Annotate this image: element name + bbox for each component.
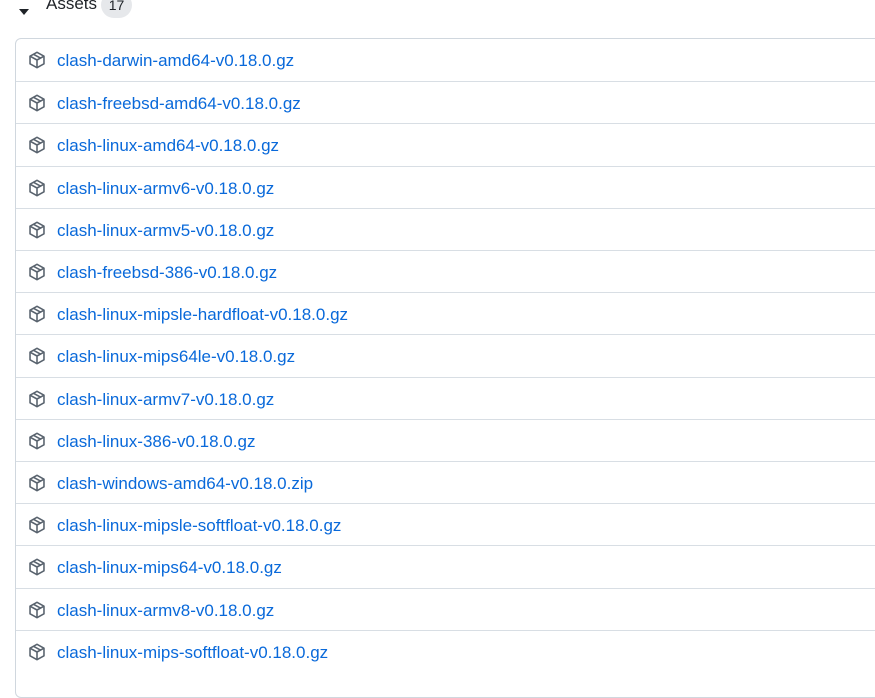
asset-row: clash-linux-amd64-v0.18.0.gz — [16, 123, 875, 165]
assets-title[interactable]: Assets — [46, 0, 97, 15]
asset-row: clash-linux-mips64-v0.18.0.gz — [16, 545, 875, 587]
asset-download-link[interactable]: clash-linux-mips64-v0.18.0.gz — [57, 557, 282, 579]
asset-download-link[interactable]: clash-linux-armv5-v0.18.0.gz — [57, 220, 274, 242]
package-icon — [29, 263, 45, 281]
asset-download-link[interactable]: clash-linux-mips64le-v0.18.0.gz — [57, 346, 295, 368]
package-icon — [29, 474, 45, 492]
asset-download-link[interactable]: clash-linux-armv8-v0.18.0.gz — [57, 600, 274, 622]
package-icon — [29, 347, 45, 365]
asset-download-link[interactable]: clash-linux-armv7-v0.18.0.gz — [57, 389, 274, 411]
asset-row: clash-linux-armv7-v0.18.0.gz — [16, 376, 875, 419]
asset-download-link[interactable]: clash-linux-mips-softfloat-v0.18.0.gz — [57, 642, 328, 664]
package-icon — [29, 221, 45, 239]
package-icon — [29, 516, 45, 534]
package-icon — [29, 390, 45, 408]
asset-row: clash-linux-mipsle-hardfloat-v0.18.0.gz — [16, 292, 875, 334]
assets-count-badge: 17 — [101, 0, 132, 18]
asset-row: clash-freebsd-amd64-v0.18.0.gz — [16, 81, 875, 123]
package-icon — [29, 601, 45, 619]
asset-row: clash-windows-amd64-v0.18.0.zip — [16, 461, 875, 503]
asset-download-link[interactable]: clash-linux-mipsle-softfloat-v0.18.0.gz — [57, 515, 341, 537]
package-icon — [29, 51, 45, 69]
asset-download-link[interactable]: clash-linux-amd64-v0.18.0.gz — [57, 135, 279, 157]
asset-row: clash-linux-armv5-v0.18.0.gz — [16, 207, 875, 250]
package-icon — [29, 305, 45, 323]
asset-row: clash-freebsd-386-v0.18.0.gz — [16, 250, 875, 292]
package-icon — [29, 558, 45, 576]
triangle-down-icon[interactable] — [19, 9, 29, 15]
package-icon — [29, 643, 45, 661]
asset-row: clash-linux-mips64le-v0.18.0.gz — [16, 334, 875, 376]
asset-row: clash-linux-mips-softfloat-v0.18.0.gz — [16, 629, 875, 672]
asset-download-link[interactable]: clash-linux-mipsle-hardfloat-v0.18.0.gz — [57, 304, 348, 326]
package-icon — [29, 136, 45, 154]
asset-download-link[interactable]: clash-linux-armv6-v0.18.0.gz — [57, 178, 274, 200]
asset-row: clash-linux-armv8-v0.18.0.gz — [16, 587, 875, 630]
package-icon — [29, 94, 45, 112]
asset-download-link[interactable]: clash-darwin-amd64-v0.18.0.gz — [57, 50, 294, 72]
asset-row: clash-linux-386-v0.18.0.gz — [16, 418, 875, 461]
asset-row: clash-linux-mipsle-softfloat-v0.18.0.gz — [16, 503, 875, 545]
asset-download-link[interactable]: clash-linux-386-v0.18.0.gz — [57, 431, 255, 453]
asset-download-link[interactable]: clash-freebsd-386-v0.18.0.gz — [57, 262, 277, 284]
asset-row: clash-linux-armv6-v0.18.0.gz — [16, 165, 875, 208]
asset-download-link[interactable]: clash-freebsd-amd64-v0.18.0.gz — [57, 93, 301, 115]
assets-list: clash-darwin-amd64-v0.18.0.gz clash-freeb… — [15, 38, 875, 698]
package-icon — [29, 432, 45, 450]
package-icon — [29, 179, 45, 197]
asset-row: clash-darwin-amd64-v0.18.0.gz — [16, 39, 875, 81]
asset-download-link[interactable]: clash-windows-amd64-v0.18.0.zip — [57, 473, 313, 495]
